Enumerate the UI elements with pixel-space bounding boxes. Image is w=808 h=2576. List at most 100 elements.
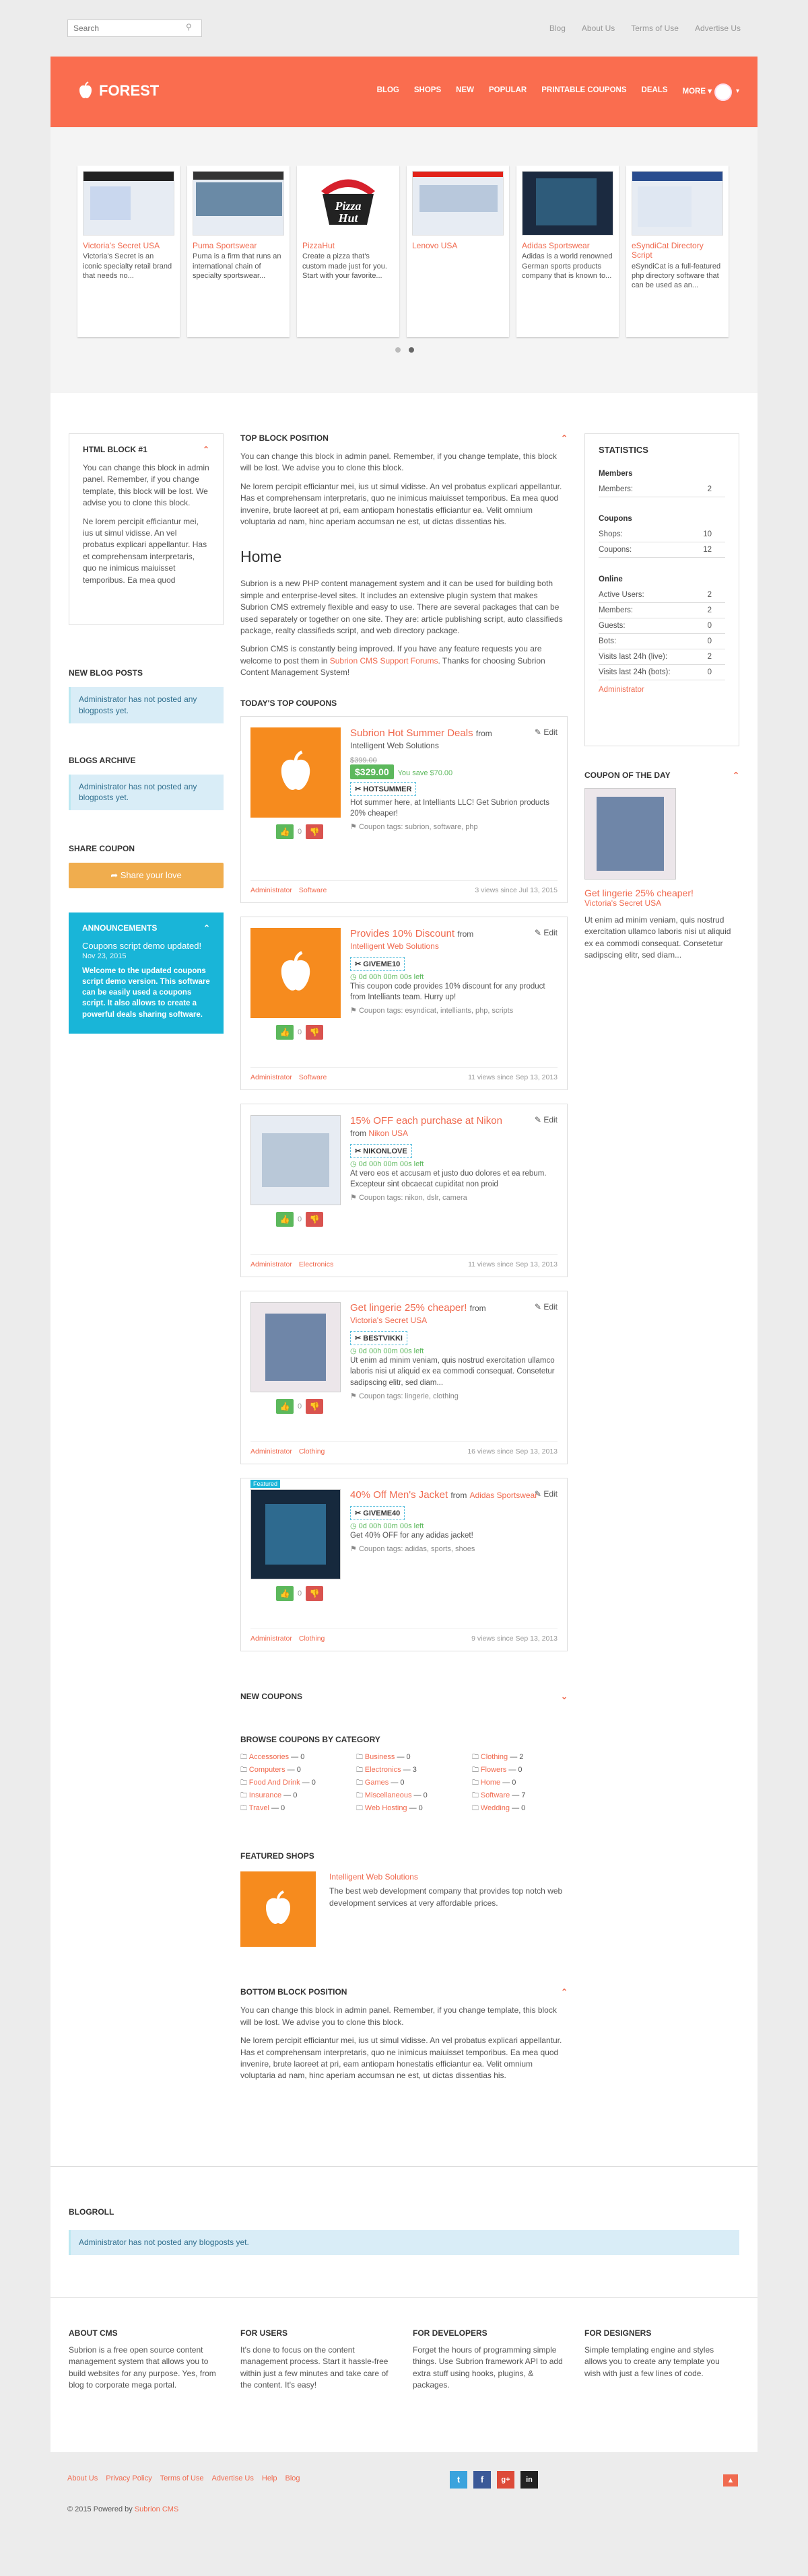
nav-deals[interactable]: DEALS	[642, 86, 668, 96]
category-link[interactable]: Games	[365, 1779, 389, 1787]
category-link[interactable]: Web Hosting	[365, 1804, 407, 1812]
carousel-card[interactable]: Lenovo USA	[407, 166, 509, 337]
facebook-icon[interactable]: f	[473, 2471, 491, 2489]
coupon-code[interactable]: ✂ GIVEME40	[350, 1506, 405, 1521]
category-item[interactable]: 🗀 Accessories — 0	[240, 1752, 356, 1764]
chevron-down-icon[interactable]: ▾	[736, 87, 739, 95]
shop-logo[interactable]	[250, 928, 341, 1019]
top-link-about[interactable]: About Us	[582, 24, 615, 33]
category-item[interactable]: 🗀 Games — 0	[356, 1778, 472, 1789]
category-item[interactable]: 🗀 Home — 0	[472, 1778, 568, 1789]
coupon-author[interactable]: Administrator	[250, 1447, 292, 1456]
coupon-title[interactable]: Get lingerie 25% cheaper! from	[350, 1302, 558, 1315]
coupon-code[interactable]: ✂ BESTVIKKI	[350, 1330, 407, 1345]
twitter-icon[interactable]: t	[450, 2471, 467, 2489]
category-item[interactable]: 🗀 Clothing — 2	[472, 1752, 568, 1764]
category-link[interactable]: Electronics	[365, 1766, 401, 1774]
edit-button[interactable]: ✎ Edit	[535, 1489, 558, 1499]
category-item[interactable]: 🗀 Web Hosting — 0	[356, 1803, 472, 1815]
category-link[interactable]: Wedding	[481, 1804, 510, 1812]
coupon-author[interactable]: Administrator	[250, 886, 292, 894]
card-title[interactable]: Adidas Sportswear	[522, 241, 613, 250]
category-item[interactable]: 🗀 Wedding — 0	[472, 1803, 568, 1815]
forums-link[interactable]: Subrion CMS Support Forums	[330, 656, 438, 666]
coupon-title[interactable]: 15% OFF each purchase at Nikon	[350, 1115, 558, 1128]
shop-thumbnail[interactable]	[250, 1302, 341, 1393]
shop-thumbnail[interactable]	[250, 1489, 341, 1580]
card-title[interactable]: Puma Sportswear	[193, 241, 284, 250]
search-input[interactable]	[67, 20, 202, 37]
category-link[interactable]: Business	[365, 1753, 395, 1761]
coupon-category[interactable]: Electronics	[299, 1260, 333, 1268]
category-link[interactable]: Clothing	[481, 1753, 508, 1761]
coupon-shop[interactable]: Nikon USA	[368, 1129, 408, 1138]
bottom-link[interactable]: Blog	[285, 2474, 300, 2482]
announcement-title[interactable]: Coupons script demo updated!	[82, 941, 210, 951]
category-item[interactable]: 🗀 Computers — 0	[240, 1765, 356, 1777]
category-link[interactable]: Insurance	[249, 1791, 281, 1799]
category-item[interactable]: 🗀 Insurance — 0	[240, 1791, 356, 1802]
thumbs-down-icon[interactable]: 👎	[306, 1025, 324, 1040]
category-item[interactable]: 🗀 Electronics — 3	[356, 1765, 472, 1777]
carousel-card[interactable]: Puma Sportswear Puma is a firm that runs…	[187, 166, 290, 337]
avatar[interactable]	[714, 83, 732, 101]
thumbs-up-icon[interactable]: 👍	[276, 1399, 294, 1415]
back-to-top-icon[interactable]: ▲	[723, 2474, 738, 2486]
coupon-of-day-shop[interactable]: Victoria's Secret USA	[584, 898, 739, 908]
coupon-shop[interactable]: Victoria's Secret USA	[350, 1315, 558, 1326]
category-link[interactable]: Flowers	[481, 1766, 507, 1774]
category-item[interactable]: 🗀 Travel — 0	[240, 1803, 356, 1815]
bottom-link[interactable]: About Us	[67, 2474, 98, 2482]
top-link-terms[interactable]: Terms of Use	[631, 24, 679, 33]
top-link-advertise[interactable]: Advertise Us	[695, 24, 741, 33]
coupon-category[interactable]: Clothing	[299, 1447, 325, 1456]
coupon-of-day-image[interactable]	[584, 788, 676, 880]
google-plus-icon[interactable]: g+	[497, 2471, 514, 2489]
category-item[interactable]: 🗀 Miscellaneous — 0	[356, 1791, 472, 1802]
chevron-up-icon[interactable]: ⌃	[561, 433, 568, 443]
share-button[interactable]: ➦ Share your love	[69, 863, 224, 889]
thumbs-up-icon[interactable]: 👍	[276, 1586, 294, 1602]
online-user-link[interactable]: Administrator	[599, 686, 725, 694]
edit-button[interactable]: ✎ Edit	[535, 1115, 558, 1124]
edit-button[interactable]: ✎ Edit	[535, 727, 558, 737]
coupon-author[interactable]: Administrator	[250, 1635, 292, 1643]
carousel-dot-active[interactable]	[409, 347, 414, 353]
bottom-link[interactable]: Terms of Use	[160, 2474, 204, 2482]
coupon-code[interactable]: ✂ GIVEME10	[350, 956, 405, 971]
category-item[interactable]: 🗀 Business — 0	[356, 1752, 472, 1764]
linkedin-icon[interactable]: in	[520, 2471, 538, 2489]
category-item[interactable]: 🗀 Software — 7	[472, 1791, 568, 1802]
coupon-author[interactable]: Administrator	[250, 1073, 292, 1081]
category-link[interactable]: Food And Drink	[249, 1779, 300, 1787]
shop-thumbnail[interactable]	[250, 1115, 341, 1206]
chevron-up-icon[interactable]: ⌃	[203, 445, 209, 454]
chevron-up-icon[interactable]: ⌃	[733, 771, 739, 780]
carousel-dot[interactable]	[395, 347, 401, 353]
chevron-down-icon[interactable]: ⌄	[561, 1692, 568, 1701]
coupon-shop[interactable]: Adidas Sportswear	[470, 1491, 538, 1500]
chevron-up-icon[interactable]: ⌃	[561, 1987, 568, 1997]
nav-more[interactable]: MORE ▾	[683, 86, 712, 96]
shop-logo[interactable]	[250, 727, 341, 818]
edit-button[interactable]: ✎ Edit	[535, 1302, 558, 1312]
nav-shops[interactable]: SHOPS	[414, 86, 441, 96]
coupon-category[interactable]: Software	[299, 886, 327, 894]
category-link[interactable]: Miscellaneous	[365, 1791, 412, 1799]
thumbs-down-icon[interactable]: 👎	[306, 1586, 324, 1602]
coupon-shop[interactable]: Intelligent Web Solutions	[350, 941, 558, 952]
shop-logo[interactable]	[240, 1871, 316, 1947]
category-link[interactable]: Accessories	[249, 1753, 289, 1761]
bottom-link[interactable]: Privacy Policy	[106, 2474, 152, 2482]
top-link-blog[interactable]: Blog	[549, 24, 566, 33]
coupon-category[interactable]: Software	[299, 1073, 327, 1081]
featured-shop-name[interactable]: Intelligent Web Solutions	[329, 1872, 418, 1882]
carousel-card[interactable]: Victoria's Secret USA Victoria's Secret …	[77, 166, 180, 337]
coupon-title[interactable]: Provides 10% Discount from	[350, 928, 558, 941]
edit-button[interactable]: ✎ Edit	[535, 928, 558, 937]
chevron-up-icon[interactable]: ⌃	[203, 923, 210, 933]
thumbs-up-icon[interactable]: 👍	[276, 824, 294, 840]
category-link[interactable]: Computers	[249, 1766, 285, 1774]
card-title[interactable]: PizzaHut	[302, 241, 394, 250]
thumbs-down-icon[interactable]: 👎	[306, 824, 324, 840]
